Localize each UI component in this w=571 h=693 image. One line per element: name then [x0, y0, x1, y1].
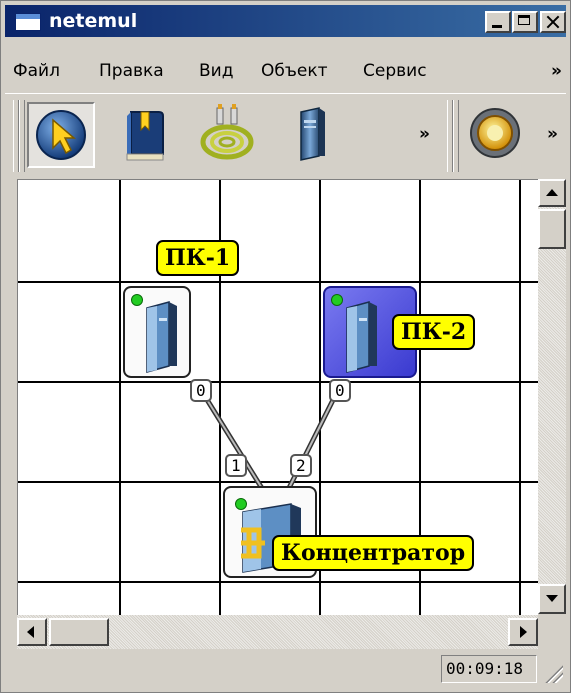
- toolbar: » »: [5, 93, 566, 176]
- arrow-up-icon: [546, 189, 558, 196]
- timer-readout: 00:09:18: [441, 655, 537, 683]
- menu-edit[interactable]: Правка: [99, 61, 164, 81]
- node-label-pc2: ПК-2: [392, 314, 476, 350]
- menu-view[interactable]: Вид: [199, 61, 233, 81]
- horizontal-scroll-thumb[interactable]: [49, 618, 109, 646]
- scroll-corner: [538, 615, 566, 649]
- cable-tool-button[interactable]: [195, 102, 263, 168]
- computer-icon: [300, 107, 325, 161]
- toolbar-overflow-button-2[interactable]: »: [547, 124, 558, 144]
- arrow-down-icon: [546, 595, 558, 602]
- computer-tool-button[interactable]: [279, 102, 347, 168]
- toolbar-overflow-button[interactable]: »: [419, 124, 430, 144]
- gear-icon: [470, 108, 520, 158]
- port-label-pc2: 0: [329, 379, 351, 402]
- vertical-scroll-thumb[interactable]: [538, 209, 566, 249]
- status-bar: 00:09:18: [5, 651, 566, 689]
- arrow-left-icon: [27, 626, 34, 638]
- maximize-button[interactable]: [512, 11, 538, 33]
- port-label-pc1: 0: [190, 379, 212, 402]
- vertical-scrollbar[interactable]: [538, 179, 566, 614]
- pointer-tool-button[interactable]: [27, 102, 95, 168]
- node-label-hub: Концентратор: [272, 535, 475, 571]
- node-label-pc1: ПК-1: [156, 240, 240, 276]
- port-label-hub-2: 2: [290, 454, 312, 477]
- computer-icon: [146, 301, 177, 373]
- scroll-left-button[interactable]: [17, 618, 47, 646]
- pointer-icon: [36, 110, 86, 160]
- app-window: netemul Файл Правка Вид Объект Сервис »: [0, 0, 571, 693]
- toolbar-grip: [19, 100, 25, 172]
- menu-bar: Файл Правка Вид Объект Сервис »: [5, 57, 566, 89]
- note-tool-button[interactable]: [113, 102, 181, 168]
- scroll-up-button[interactable]: [538, 179, 566, 207]
- menu-file[interactable]: Файл: [13, 61, 60, 81]
- minimize-button[interactable]: [485, 11, 511, 33]
- title-bar[interactable]: netemul: [5, 5, 566, 37]
- computer-icon: [346, 301, 377, 373]
- network-canvas[interactable]: ПК-1 ПК-2 Концентратор 0 0 1 2: [17, 179, 538, 615]
- arrow-right-icon: [520, 626, 527, 638]
- menu-object[interactable]: Объект: [261, 61, 328, 81]
- resize-grip[interactable]: [545, 665, 563, 683]
- close-button[interactable]: [540, 11, 566, 33]
- window-title: netemul: [49, 10, 138, 32]
- notebook-icon: [126, 111, 164, 161]
- menu-service[interactable]: Сервис: [363, 61, 427, 81]
- toolbar-grip: [453, 100, 459, 172]
- node-pc1[interactable]: [123, 286, 191, 378]
- port-label-hub-1: 1: [225, 454, 247, 477]
- settings-tool-button[interactable]: [463, 102, 531, 168]
- scroll-right-button[interactable]: [508, 618, 538, 646]
- app-icon: [15, 13, 41, 31]
- horizontal-scrollbar[interactable]: [17, 615, 538, 649]
- scroll-down-button[interactable]: [538, 584, 566, 614]
- menu-overflow-button[interactable]: »: [551, 61, 562, 81]
- cable-icon: [200, 104, 254, 160]
